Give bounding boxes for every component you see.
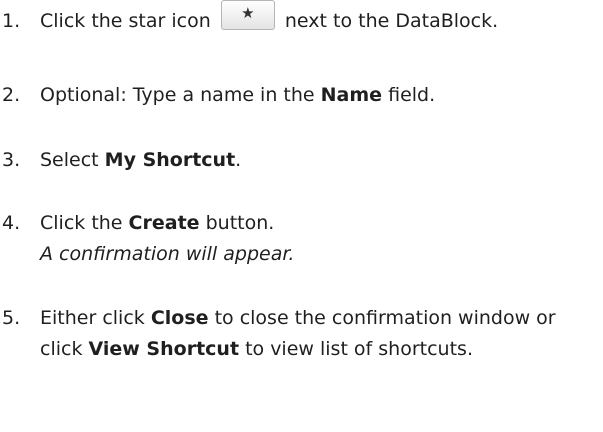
star-icon: ★ [220,0,275,30]
step-text-before: Click the star icon [40,10,211,32]
step-text-after: field. [388,84,436,106]
step-text-before: Either click [40,307,145,329]
step-text-before: Click the [40,212,123,234]
view-shortcut-label: View Shortcut [88,338,240,360]
step-number: 4. [2,212,21,234]
step-text-after: next to the DataBlock. [284,10,499,32]
close-button-label: Close [150,307,209,329]
step-number: 2. [2,84,21,106]
step-text: Click the Create button. A confirmation w… [40,208,600,270]
step-text-after: button. [205,212,275,234]
step-text-before: Select [40,149,99,171]
star-glyph: ★ [241,3,255,22]
field-name-label: Name [320,84,383,106]
step-text-after: . [235,149,242,171]
step-text-after: to view list of shortcuts. [245,338,473,360]
create-button-label: Create [128,212,200,234]
step-number: 1. [2,10,21,32]
step-number: 3. [2,149,21,171]
step-text-before: Optional: Type a name in the [40,84,315,106]
step-text: Click the star icon ★ next to the DataBl… [40,0,600,37]
my-shortcut-label: My Shortcut [104,149,236,171]
step-text: Either click Close to close the confirma… [40,303,600,365]
step-number: 5. [2,307,21,329]
step-text: Select My Shortcut. [40,145,600,176]
step-text: Optional: Type a name in the Name field. [40,80,600,111]
step-note: A confirmation will appear. [40,243,295,265]
